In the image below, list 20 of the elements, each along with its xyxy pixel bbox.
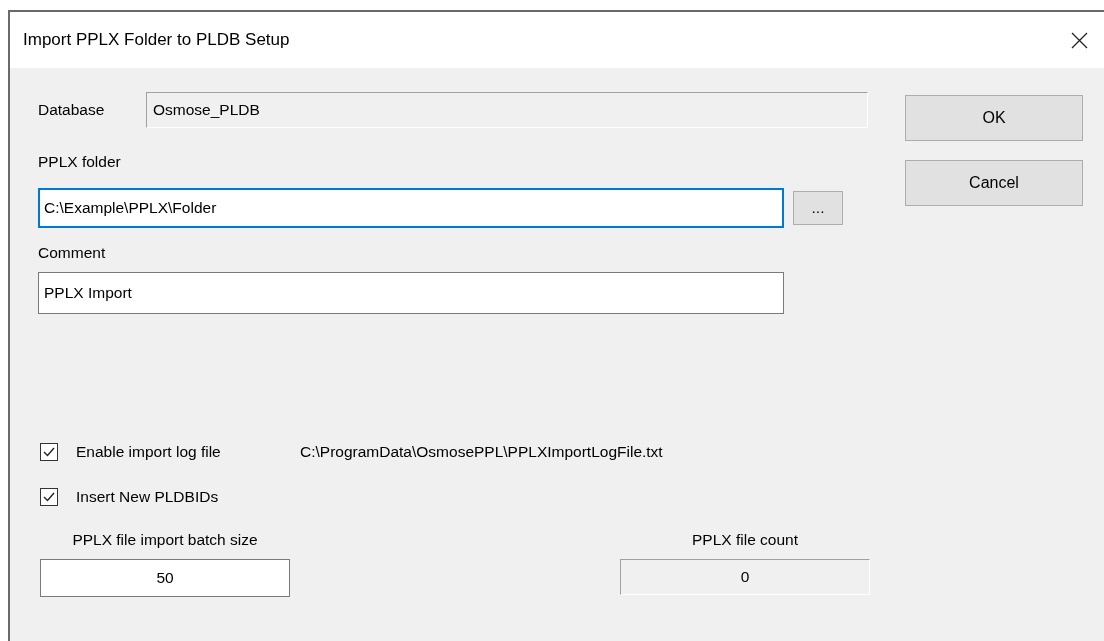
close-icon[interactable] (1071, 31, 1088, 49)
checkbox[interactable] (40, 488, 58, 506)
field-label: PPLX file import batch size (72, 530, 258, 550)
field-label: Comment (38, 243, 107, 263)
checkbox[interactable] (40, 443, 58, 461)
checkbox-label[interactable]: Insert New PLDBIDs (76, 488, 282, 506)
database-field[interactable]: Osmose_PLDB (146, 92, 868, 128)
dialog-button[interactable]: OK (905, 95, 1083, 141)
folder-field[interactable]: C:\Example\PPLX\Folder (38, 188, 784, 228)
log-file-path: C:\ProgramData\OsmosePPL\PPLXImportLogFile.txt (300, 443, 663, 461)
checkbox-label[interactable]: Enable import log file (76, 443, 282, 461)
file-count-field[interactable]: 0 (620, 559, 870, 595)
window-title: Import PPLX Folder to PLDB Setup (23, 30, 290, 50)
field-label: PPLX folder (38, 152, 122, 172)
field-label: Database (38, 101, 106, 119)
comment-field[interactable]: PPLX Import (38, 272, 784, 314)
field-label: PPLX file count (692, 530, 798, 550)
dialog-button[interactable]: Cancel (905, 160, 1083, 206)
batch-size-field[interactable]: 50 (40, 559, 290, 597)
browse-button[interactable]: ... (793, 191, 843, 225)
